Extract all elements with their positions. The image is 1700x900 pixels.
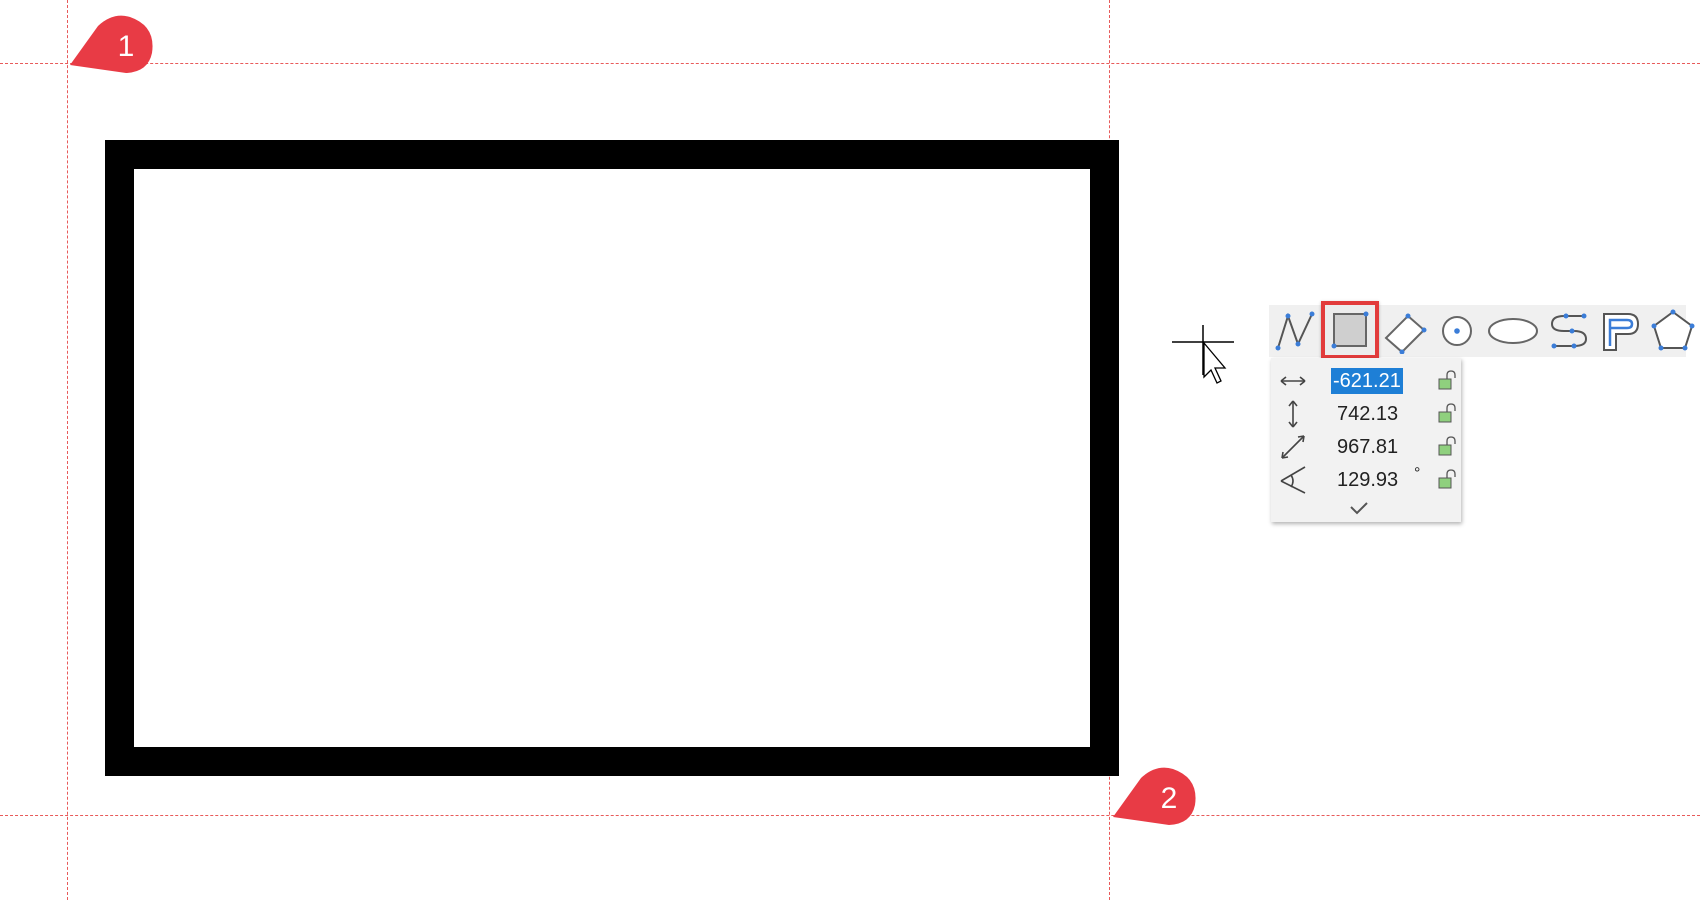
- circle-icon: [1442, 316, 1472, 346]
- spline-tool-button[interactable]: [1543, 305, 1595, 357]
- offset-polyline-tool-button[interactable]: [1595, 305, 1647, 357]
- dimension-input-panel: -621.21 742.13 967.81 129.93 °: [1271, 358, 1461, 522]
- drawn-rectangle[interactable]: [105, 140, 1119, 776]
- crosshair-cursor-icon: [1170, 325, 1240, 400]
- angle-unit: °: [1414, 465, 1421, 482]
- angle-icon: [1280, 466, 1306, 494]
- diagonal-length-row: 967.81: [1271, 432, 1461, 462]
- ellipse-tool-button[interactable]: [1483, 305, 1543, 357]
- horizontal-distance-row: -621.21: [1271, 366, 1461, 396]
- guide-line-horizontal-bottom: [0, 815, 1700, 816]
- vertical-distance-row: 742.13: [1271, 399, 1461, 429]
- polygon-icon: [1651, 309, 1695, 351]
- angle-input[interactable]: 129.93: [1337, 467, 1398, 493]
- rotated-rectangle-tool-button[interactable]: [1379, 305, 1431, 357]
- diagonal-length-icon: [1281, 435, 1305, 459]
- guide-line-horizontal-top: [0, 63, 1700, 64]
- shape-toolbar: [1269, 301, 1695, 359]
- drawing-canvas[interactable]: 1 2 -621.21 742.13 967.81 129.93 °: [0, 0, 1700, 900]
- marker-1-label: 1: [117, 30, 135, 63]
- marker-2-label: 2: [1160, 782, 1178, 815]
- rectangle-tool-button[interactable]: [1321, 301, 1379, 359]
- checkmark-icon[interactable]: [1347, 498, 1371, 518]
- angle-row: 129.93 °: [1271, 465, 1461, 495]
- offset-polyline-icon: [1603, 313, 1640, 351]
- horizontal-distance-icon: [1280, 376, 1306, 386]
- vertical-distance-input[interactable]: 742.13: [1337, 401, 1398, 427]
- vertical-distance-icon: [1288, 400, 1298, 428]
- horizontal-distance-input[interactable]: -621.21: [1331, 368, 1403, 394]
- marker-2: 2: [1111, 762, 1201, 842]
- rotated-rectangle-icon: [1384, 313, 1427, 354]
- unlock-icon[interactable]: [1437, 469, 1459, 491]
- marker-1: 1: [68, 8, 158, 88]
- unlock-icon[interactable]: [1437, 436, 1459, 458]
- spline-icon: [1550, 313, 1588, 349]
- circle-tool-button[interactable]: [1431, 305, 1483, 357]
- diagonal-length-input[interactable]: 967.81: [1337, 434, 1398, 460]
- ellipse-icon: [1488, 318, 1538, 344]
- unlock-icon[interactable]: [1437, 370, 1459, 392]
- polygon-tool-button[interactable]: [1647, 305, 1699, 357]
- guide-line-vertical-left: [67, 0, 68, 900]
- polyline-tool-button[interactable]: [1269, 305, 1321, 357]
- polyline-icon: [1275, 311, 1315, 351]
- unlock-icon[interactable]: [1437, 403, 1459, 425]
- rectangle-icon: [1331, 311, 1369, 349]
